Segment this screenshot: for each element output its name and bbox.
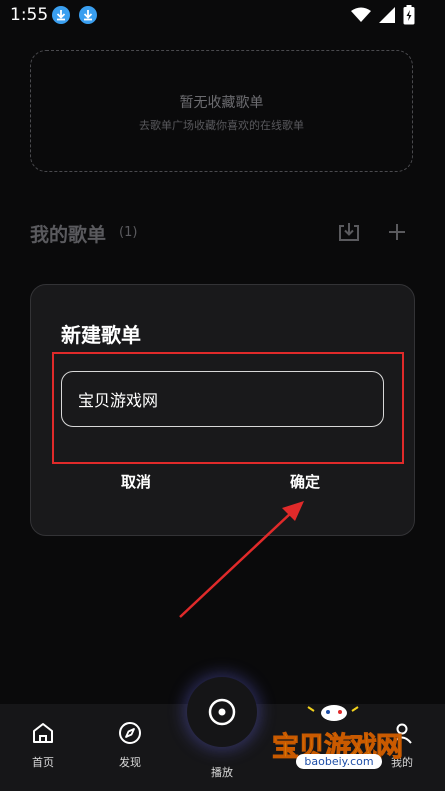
nav-home[interactable]: 首页 xyxy=(13,720,73,770)
compass-icon xyxy=(117,722,143,750)
my-playlists-count: (1) xyxy=(119,225,138,240)
nav-discover[interactable]: 发现 xyxy=(100,720,160,770)
signal-icon xyxy=(379,7,395,27)
nav-play-label: 播放 xyxy=(211,766,233,779)
disc-icon xyxy=(187,698,257,751)
dialog-title: 新建歌单 xyxy=(61,323,141,347)
import-icon xyxy=(336,223,362,249)
playlist-name-input[interactable] xyxy=(61,371,384,427)
watermark-url: baobeiy.com xyxy=(296,754,382,769)
my-playlists-title: 我的歌单 xyxy=(30,224,107,246)
nav-home-label: 首页 xyxy=(32,756,54,769)
battery-icon xyxy=(403,5,415,29)
new-playlist-dialog: 新建歌单 取消 确定 xyxy=(30,284,415,536)
favorites-empty-card: 暂无收藏歌单 去歌单广场收藏你喜欢的在线歌单 xyxy=(30,50,413,172)
plus-icon xyxy=(384,224,410,249)
watermark-logo: 宝贝游戏网 baobeiy.com xyxy=(268,697,445,773)
home-icon xyxy=(30,723,56,750)
cancel-button[interactable]: 取消 xyxy=(121,471,151,492)
play-button[interactable] xyxy=(187,677,257,747)
download-icon xyxy=(52,6,70,24)
import-button[interactable] xyxy=(336,219,362,245)
nav-discover-label: 发现 xyxy=(119,756,141,769)
download-icon xyxy=(79,6,97,24)
confirm-button[interactable]: 确定 xyxy=(290,471,320,492)
status-bar: 1:55 xyxy=(0,0,445,30)
empty-title: 暂无收藏歌单 xyxy=(179,95,264,111)
system-icons xyxy=(351,5,415,29)
status-time: 1:55 xyxy=(10,5,49,25)
add-playlist-button[interactable] xyxy=(384,219,410,245)
empty-subtitle: 去歌单广场收藏你喜欢的在线歌单 xyxy=(139,119,304,132)
wifi-icon xyxy=(351,7,371,27)
